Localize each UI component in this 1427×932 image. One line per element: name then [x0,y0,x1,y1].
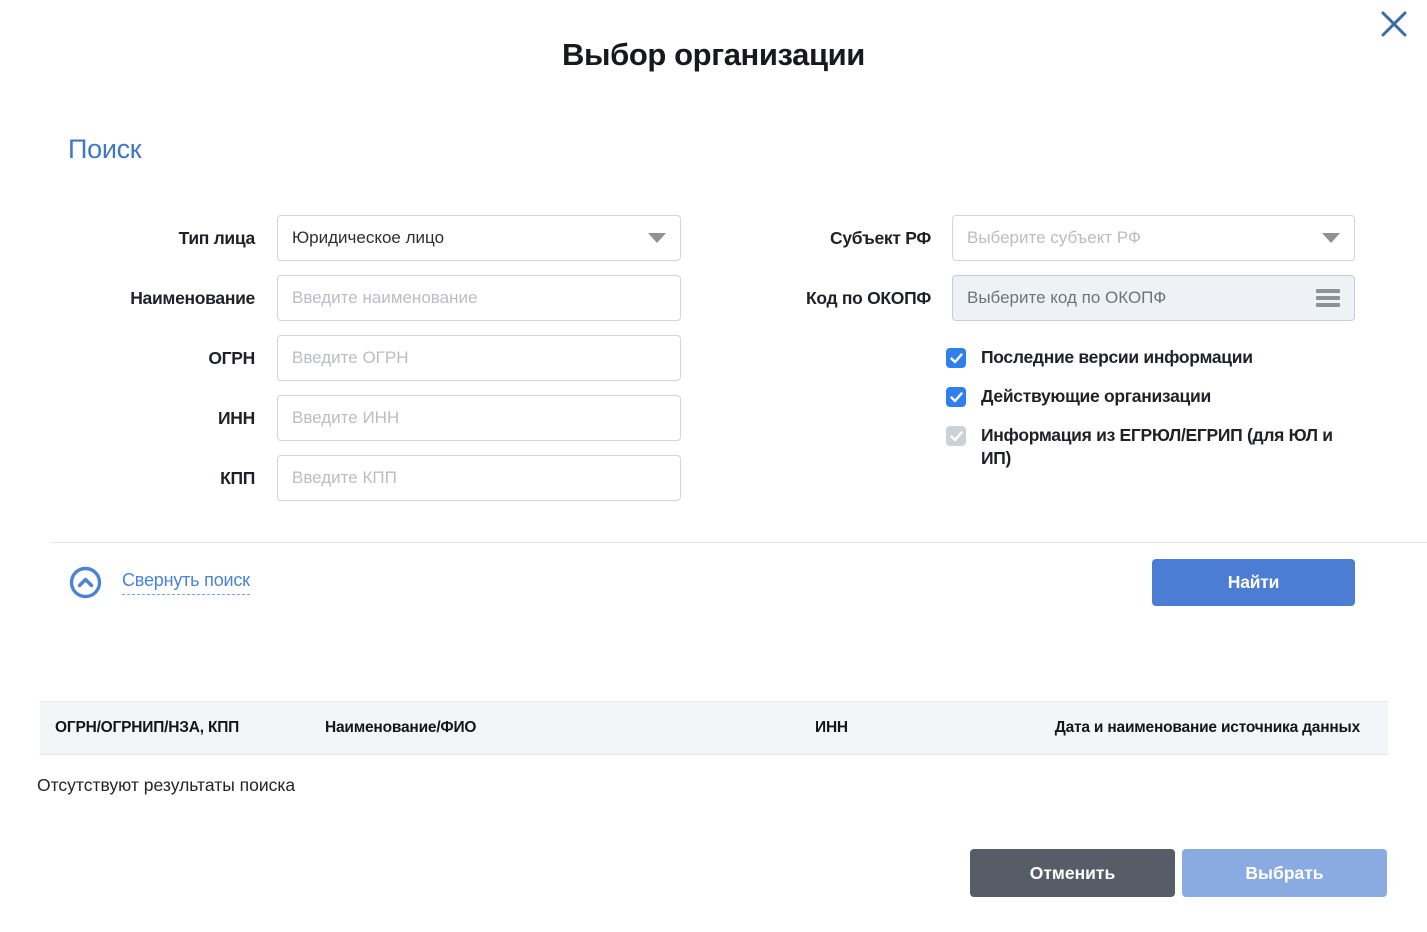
column-header-ogrn: ОГРН/ОГРНИП/НЗА, КПП [55,719,325,737]
checkbox-egrul-info: Информация из ЕГРЮЛ/ЕГРИП (для ЮЛ и ИП) [946,424,1366,470]
cancel-button[interactable]: Отменить [970,849,1175,897]
checkmark-icon [950,353,963,364]
checkbox-label: Информация из ЕГРЮЛ/ЕГРИП (для ЮЛ и ИП) [981,424,1356,470]
kpp-field-box [277,455,681,501]
person-type-select[interactable]: Юридическое лицо [277,215,681,261]
person-type-label: Тип лица [0,215,255,261]
ogrn-label: ОГРН [0,335,255,381]
close-icon [1377,7,1411,41]
checkbox[interactable] [946,348,966,368]
dialog-title: Выбор организации [0,37,1427,73]
form-row: Тип лица Юридическое лицо Субъект РФ Выб… [0,215,1427,261]
kpp-input[interactable] [292,468,666,488]
checkbox-label: Действующие организации [981,385,1211,408]
checkmark-icon [950,392,963,403]
results-table-header: ОГРН/ОГРНИП/НЗА, КПП Наименование/ФИО ИН… [40,701,1388,755]
okopf-picker[interactable]: Выберите код по ОКОПФ [952,275,1355,321]
region-placeholder: Выберите субъект РФ [967,228,1322,248]
person-type-value: Юридическое лицо [292,228,648,248]
search-heading: Поиск [68,134,141,165]
checkbox-group: Последние версии информации Действующие … [946,346,1366,486]
name-label: Наименование [0,275,255,321]
name-field-box [277,275,681,321]
checkmark-icon [950,431,963,442]
divider [50,542,1427,543]
inn-input[interactable] [292,408,666,428]
collapse-search-label: Свернуть поиск [122,570,250,595]
inn-label: ИНН [0,395,255,441]
chevron-up-circle-icon [69,566,102,599]
column-header-inn: ИНН [815,719,995,737]
column-header-name: Наименование/ФИО [325,719,815,737]
region-label: Субъект РФ [640,215,931,261]
checkbox-latest-versions[interactable]: Последние версии информации [946,346,1366,369]
region-select[interactable]: Выберите субъект РФ [952,215,1355,261]
name-input[interactable] [292,288,666,308]
chevron-down-icon [1322,233,1340,243]
collapse-search-link[interactable]: Свернуть поиск [69,566,250,599]
column-header-source: Дата и наименование источника данных [995,719,1373,737]
okopf-placeholder: Выберите код по ОКОПФ [967,288,1316,308]
find-button[interactable]: Найти [1152,559,1355,606]
empty-results-text: Отсутствуют результаты поиска [37,775,295,796]
organization-select-dialog: Выбор организации Поиск Тип лица Юридиче… [0,0,1427,932]
okopf-label: Код по ОКОПФ [640,275,931,321]
ogrn-field-box [277,335,681,381]
select-button[interactable]: Выбрать [1182,849,1387,897]
kpp-label: КПП [0,455,255,501]
checkbox[interactable] [946,387,966,407]
ogrn-input[interactable] [292,348,666,368]
checkbox-active-orgs[interactable]: Действующие организации [946,385,1366,408]
inn-field-box [277,395,681,441]
checkbox-label: Последние версии информации [981,346,1253,369]
checkbox [946,426,966,446]
form-row: Наименование Код по ОКОПФ Выберите код п… [0,275,1427,321]
hamburger-menu-icon [1316,289,1340,307]
